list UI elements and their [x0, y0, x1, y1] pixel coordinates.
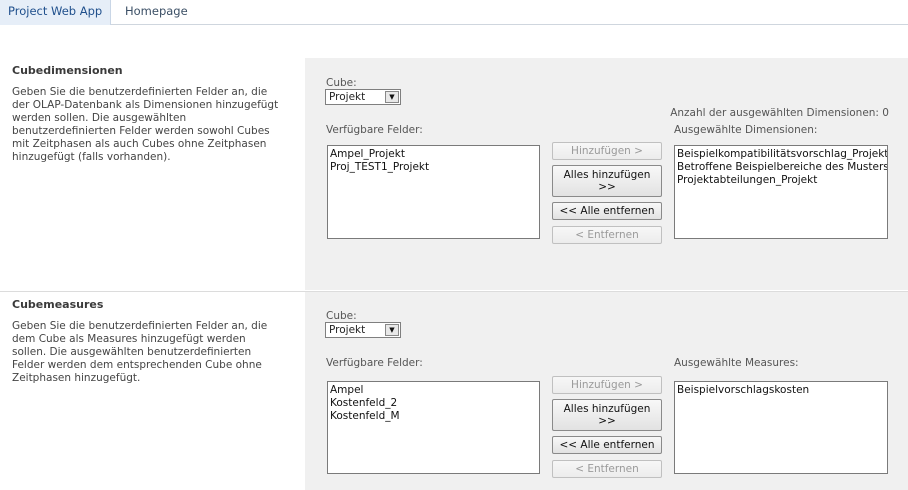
- list-item[interactable]: Kostenfeld_2: [330, 397, 539, 410]
- tab-homepage[interactable]: Homepage: [117, 0, 196, 25]
- top-navigation: Project Web App Homepage: [0, 0, 908, 25]
- chevron-down-icon[interactable]: ▼: [385, 324, 399, 336]
- measures-remove-button[interactable]: < Entfernen: [552, 460, 662, 478]
- dimensions-add-all-button[interactable]: Alles hinzufügen >>: [552, 165, 662, 197]
- measures-cube-select[interactable]: Projekt ▼: [325, 322, 401, 338]
- measures-selected-list[interactable]: Beispielvorschlagskosten: [674, 381, 888, 474]
- dimensions-section: Cubedimensionen Geben Sie die benutzerde…: [0, 58, 908, 290]
- dimensions-available-label: Verfügbare Felder:: [326, 124, 423, 136]
- dimensions-remove-all-button[interactable]: << Alle entfernen: [552, 202, 662, 220]
- measures-description: Geben Sie die benutzerdefinierten Felder…: [12, 320, 268, 384]
- list-item[interactable]: Proj_TEST1_Projekt: [330, 161, 539, 174]
- list-item[interactable]: Projektabteilungen_Projekt: [677, 174, 887, 187]
- list-item[interactable]: Betroffene Beispielbereiche des Musters_…: [677, 161, 887, 174]
- measures-available-label: Verfügbare Felder:: [326, 357, 423, 369]
- dimensions-remove-button[interactable]: < Entfernen: [552, 226, 662, 244]
- list-item[interactable]: Beispielkompatibilitätsvorschlag_Projekt: [677, 148, 887, 161]
- list-item[interactable]: Ampel: [330, 384, 539, 397]
- dimensions-cube-label: Cube:: [326, 77, 357, 89]
- dimensions-cube-select[interactable]: Projekt ▼: [325, 89, 401, 105]
- measures-add-button[interactable]: Hinzufügen >: [552, 376, 662, 394]
- measures-cube-label: Cube:: [326, 310, 357, 322]
- list-item[interactable]: Beispielvorschlagskosten: [677, 384, 887, 397]
- dimensions-title: Cubedimensionen: [12, 64, 123, 77]
- chevron-down-icon[interactable]: ▼: [385, 91, 399, 103]
- dimensions-selected-label: Ausgewählte Dimensionen:: [674, 124, 818, 136]
- dimensions-available-list[interactable]: Ampel_Projekt Proj_TEST1_Projekt: [327, 145, 540, 239]
- measures-remove-all-button[interactable]: << Alle entfernen: [552, 436, 662, 454]
- dimensions-cube-value: Projekt: [329, 91, 366, 103]
- measures-available-list[interactable]: Ampel Kostenfeld_2 Kostenfeld_M: [327, 381, 540, 474]
- list-item[interactable]: Ampel_Projekt: [330, 148, 539, 161]
- dimensions-description: Geben Sie die benutzerdefinierten Felder…: [12, 86, 279, 163]
- dimensions-add-button[interactable]: Hinzufügen >: [552, 142, 662, 160]
- dimensions-count-label: Anzahl der ausgewählten Dimensionen: 0: [670, 107, 889, 119]
- dimensions-selected-list[interactable]: Beispielkompatibilitätsvorschlag_Projekt…: [674, 145, 888, 239]
- measures-add-all-button[interactable]: Alles hinzufügen >>: [552, 399, 662, 431]
- measures-cube-value: Projekt: [329, 324, 366, 336]
- measures-selected-label: Ausgewählte Measures:: [674, 357, 799, 369]
- measures-section: Cubemeasures Geben Sie die benutzerdefin…: [0, 292, 908, 490]
- list-item[interactable]: Kostenfeld_M: [330, 410, 539, 423]
- tab-project-web-app[interactable]: Project Web App: [0, 0, 112, 25]
- measures-title: Cubemeasures: [12, 298, 104, 311]
